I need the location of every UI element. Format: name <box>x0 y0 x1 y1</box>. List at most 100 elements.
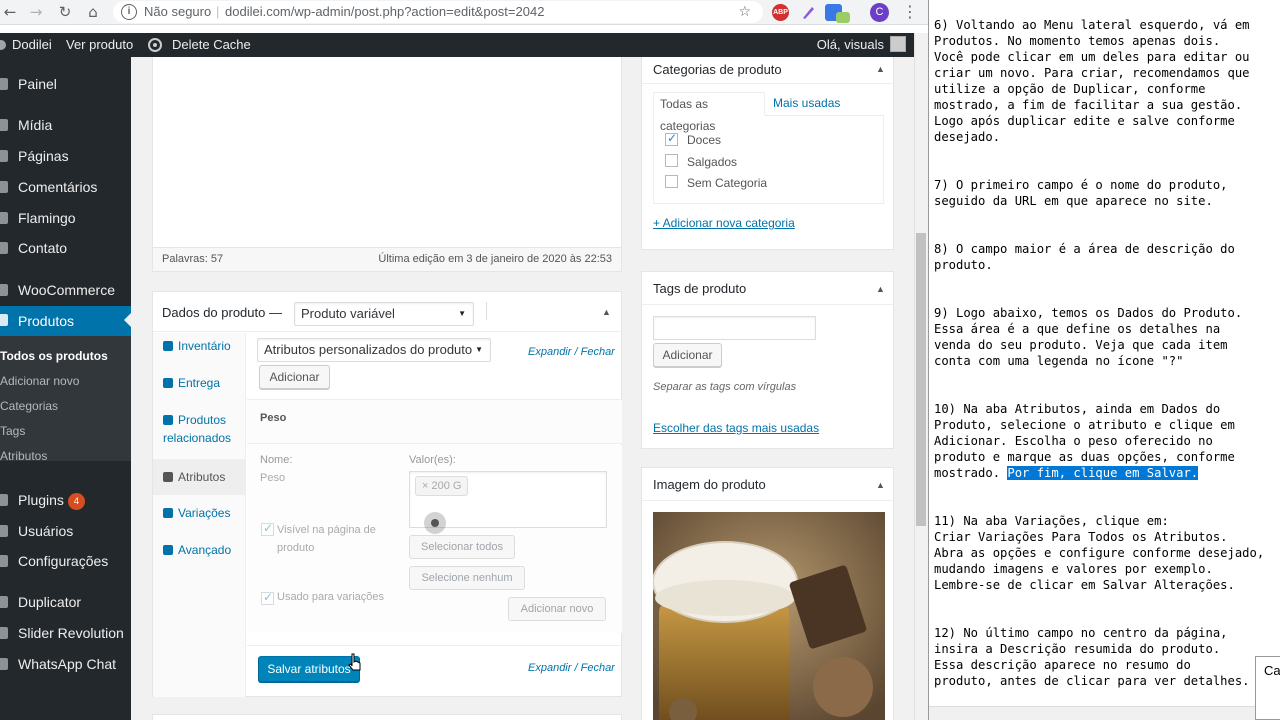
duplicator-icon <box>0 596 8 608</box>
product-photo[interactable] <box>653 512 885 720</box>
sidebar-item-paginas[interactable]: Páginas <box>0 142 131 170</box>
collapse-arrow-icon[interactable]: ▲ <box>602 307 611 317</box>
attribute-row-body: Nome: Peso Valor(es): × 200 G Visível na… <box>247 445 622 633</box>
collapse-arrow-icon[interactable]: ▲ <box>876 284 885 294</box>
choose-tags-link[interactable]: Escolher das tags mais usadas <box>653 421 819 435</box>
visible-checkbox[interactable] <box>261 521 274 536</box>
sidebar-item-painel[interactable]: Painel <box>0 70 131 98</box>
add-tag-button[interactable]: Adicionar <box>653 343 722 367</box>
forward-icon[interactable]: → <box>26 3 46 21</box>
insecure-label: Não seguro <box>144 4 212 19</box>
browser-toolbar: ← → ↻ ⌂ i Não seguro | dodilei.com/wp-ad… <box>0 0 928 25</box>
expand-link[interactable]: Expandir <box>528 346 571 358</box>
add-new-value-button[interactable]: Adicionar novo <box>508 597 606 621</box>
notepad-popup[interactable]: Ca <box>1255 656 1280 720</box>
tab-all-categories[interactable]: Todas as categorias <box>653 92 765 133</box>
comments-icon <box>0 181 8 193</box>
divider <box>642 304 893 305</box>
notepad-text[interactable]: 6) Voltando ao Menu lateral esquerdo, vá… <box>934 17 1264 689</box>
divider <box>642 500 893 501</box>
tab-inventario[interactable]: Inventário <box>153 337 246 355</box>
url-text[interactable]: dodilei.com/wp-admin/post.php?action=edi… <box>225 1 544 23</box>
sidebar-item-produtos[interactable]: Produtos <box>0 306 131 336</box>
tab-most-used[interactable]: Mais usadas <box>773 96 840 110</box>
tags-box: Tags de produto ▲ Adicionar Separar as t… <box>641 271 894 449</box>
submenu-categories[interactable]: Categorias <box>0 398 58 414</box>
add-category-link[interactable]: + Adicionar nova categoria <box>653 216 795 230</box>
sidebar-item-flamingo[interactable]: Flamingo <box>0 204 131 232</box>
category-checkbox-sem-categoria[interactable] <box>665 175 678 188</box>
sidebar-item-usuarios[interactable]: Usuários <box>0 517 131 545</box>
attribute-select[interactable]: Atributos personalizados do produto ▼ <box>257 338 491 362</box>
editor-status-bar: Palavras: 57 Última edição em 3 de janei… <box>153 247 621 271</box>
product-type-select[interactable]: Produto variável ▼ <box>294 302 474 326</box>
collapse-arrow-icon[interactable]: ▲ <box>876 64 885 74</box>
value-tag[interactable]: × 200 G <box>415 476 469 496</box>
category-checkbox-salgados[interactable] <box>665 154 678 167</box>
save-attributes-button[interactable]: Salvar atributos <box>258 656 360 682</box>
sidebar-item-contato[interactable]: Contato <box>0 234 131 262</box>
adminbar-delete-cache[interactable]: Delete Cache <box>172 33 251 57</box>
pen-extension-icon[interactable] <box>800 4 817 21</box>
adminbar-view-product[interactable]: Ver produto <box>66 33 133 57</box>
chevron-down-icon: ▼ <box>458 309 466 318</box>
avatar[interactable] <box>890 36 906 52</box>
description-editor[interactable]: Palavras: 57 Última edição em 3 de janei… <box>152 57 622 272</box>
star-icon[interactable]: ☆ <box>738 1 751 23</box>
product-data-title: Dados do produto — <box>162 305 282 320</box>
close-link[interactable]: Fechar <box>581 346 615 358</box>
sidebar-item-duplicator[interactable]: Duplicator <box>0 588 131 616</box>
tab-variacoes[interactable]: Variações <box>153 504 246 522</box>
info-icon[interactable]: i <box>121 4 137 20</box>
collapse-arrow-icon[interactable]: ▲ <box>876 480 885 490</box>
address-bar[interactable]: i Não seguro | dodilei.com/wp-admin/post… <box>113 1 763 23</box>
attribute-heading: Peso <box>260 412 287 424</box>
home-icon[interactable]: ⌂ <box>83 3 103 21</box>
profile-avatar[interactable]: C <box>870 3 889 22</box>
product-image-title: Imagem do produto <box>653 477 766 492</box>
attribute-row-header[interactable]: Peso <box>247 399 622 444</box>
expand-link[interactable]: Expandir <box>528 662 571 674</box>
gear-icon <box>148 38 162 52</box>
adminbar-greeting[interactable]: Olá, visuals <box>817 33 884 57</box>
sidebar-item-slider-revolution[interactable]: Slider Revolution <box>0 619 131 647</box>
sidebar-item-comentarios[interactable]: Comentários <box>0 173 131 201</box>
tab-avancado[interactable]: Avançado <box>153 541 246 559</box>
used-for-variations-label: Usado para variações <box>277 591 385 603</box>
submenu-add-new[interactable]: Adicionar novo <box>0 373 79 389</box>
sidebar-item-midia[interactable]: Mídia <box>0 111 131 139</box>
tab-entrega[interactable]: Entrega <box>153 374 246 392</box>
tag-input[interactable] <box>653 316 816 340</box>
page-scrollbar-thumb[interactable] <box>916 233 926 526</box>
add-attribute-button[interactable]: Adicionar <box>259 365 330 389</box>
sidebar-item-whatsapp-chat[interactable]: WhatsApp Chat <box>0 650 131 678</box>
menu-icon[interactable]: ⋮ <box>902 3 918 21</box>
notepad-window[interactable]: 6) Voltando ao Menu lateral esquerdo, vá… <box>928 0 1280 720</box>
next-meta-box <box>152 714 622 720</box>
notes-text-after: 11) Na aba Variações, clique em: Criar V… <box>934 514 1265 688</box>
sidebar-item-plugins[interactable]: Plugins 4 <box>0 486 131 514</box>
cursor-click-indicator <box>424 512 446 534</box>
select-all-button[interactable]: Selecionar todos <box>409 535 515 559</box>
notepad-horizontal-scrollbar[interactable] <box>929 706 1255 720</box>
values-field[interactable]: × 200 G <box>409 471 607 534</box>
sidebar-item-configuracoes[interactable]: Configurações <box>0 547 131 575</box>
close-link[interactable]: Fechar <box>581 662 615 674</box>
used-for-variations-checkbox[interactable] <box>261 590 274 605</box>
name-value[interactable]: Peso <box>260 472 285 484</box>
submenu-all-products[interactable]: Todos os produtos <box>0 348 108 364</box>
media-icon <box>0 119 8 131</box>
expand-close-links: Expandir / Fechar <box>528 346 615 358</box>
reload-icon[interactable]: ↻ <box>55 3 75 21</box>
adblock-icon[interactable]: ABP <box>772 4 789 21</box>
tab-atributos[interactable]: Atributos <box>153 459 246 495</box>
adminbar-site[interactable]: Dodilei <box>0 33 52 57</box>
select-none-button[interactable]: Selecione nenhum <box>409 566 525 590</box>
tab-produtos-relacionados[interactable]: Produtos relacionados <box>153 411 245 447</box>
last-edit: Última edição em 3 de janeiro de 2020 às… <box>378 253 612 265</box>
back-icon[interactable]: ← <box>0 3 20 21</box>
inventory-icon <box>163 341 173 351</box>
submenu-tags[interactable]: Tags <box>0 423 25 439</box>
sidebar-item-woocommerce[interactable]: WooCommerce <box>0 276 131 304</box>
submenu-attributes[interactable]: Atributos <box>0 448 47 464</box>
